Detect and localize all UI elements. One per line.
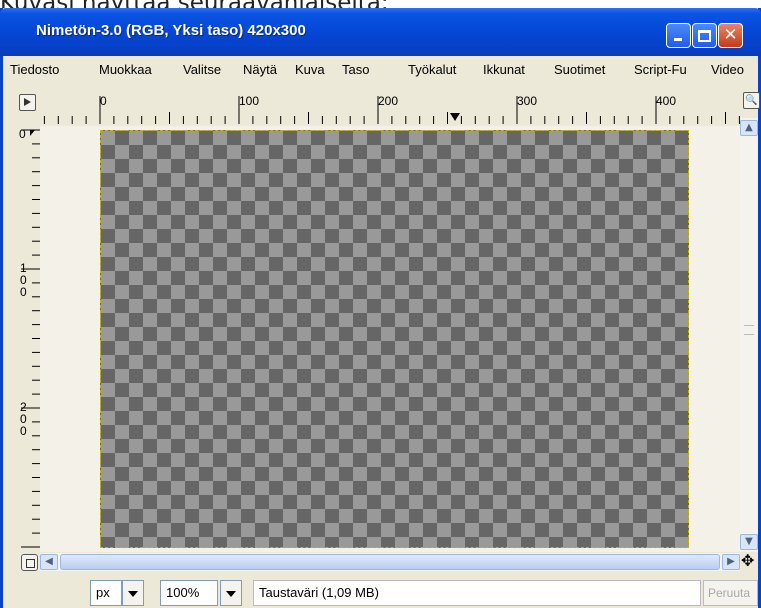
- vertical-scrollbar[interactable]: ▲ ▼: [740, 118, 758, 552]
- gimp-image-window: Nimetön-3.0 (RGB, Yksi taso) 420x300 ✕ T…: [0, 8, 761, 608]
- horizontal-scrollbar[interactable]: ◀ ▶: [40, 553, 740, 571]
- menu-item-script-fu[interactable]: Script-Fu: [634, 62, 687, 77]
- cancel-button[interactable]: Peruuta: [703, 580, 758, 606]
- menu-item-muokkaa[interactable]: Muokkaa: [99, 62, 152, 77]
- menu-item-ikkunat[interactable]: Ikkunat: [483, 62, 525, 77]
- maximize-button[interactable]: [692, 23, 717, 48]
- menu-item-nayta[interactable]: Näytä: [243, 62, 277, 77]
- menu-item-suotimet[interactable]: Suotimet: [554, 62, 605, 77]
- ruler-label-400: 400: [656, 94, 676, 108]
- scroll-up-button[interactable]: ▲: [740, 120, 758, 136]
- menu-item-video[interactable]: Video: [711, 62, 744, 77]
- move-cross-icon[interactable]: ✥: [741, 551, 754, 570]
- image-canvas[interactable]: [100, 130, 689, 548]
- unit-dropdown-button[interactable]: [122, 580, 144, 606]
- menu-item-tyokalut[interactable]: Työkalut: [408, 62, 456, 77]
- menu-item-tiedosto[interactable]: Tiedosto: [10, 62, 59, 77]
- scroll-down-button[interactable]: ▼: [740, 534, 758, 550]
- ruler-v-label-100: 100: [20, 261, 27, 299]
- window-title: Nimetön-3.0 (RGB, Yksi taso) 420x300: [36, 22, 306, 39]
- horizontal-ruler: 0 100 200 300 400: [40, 88, 740, 125]
- ruler-v-label-200: 200: [20, 400, 27, 438]
- pointer-marker-icon: [450, 113, 460, 121]
- menu-item-kuva[interactable]: Kuva: [295, 62, 325, 77]
- menu-triangle-button[interactable]: [19, 94, 36, 111]
- menu-bar: Tiedosto Muokkaa Valitse Näytä Kuva Taso…: [3, 56, 758, 81]
- minimize-button[interactable]: [666, 23, 691, 48]
- status-message: Taustaväri (1,09 MB): [253, 580, 701, 606]
- horizontal-scroll-thumb[interactable]: [60, 554, 720, 570]
- scroll-left-button[interactable]: ◀: [40, 554, 58, 570]
- vertical-ruler: 0 100 200: [19, 126, 40, 552]
- close-button[interactable]: ✕: [718, 23, 743, 48]
- navigate-icon[interactable]: [21, 554, 38, 571]
- scroll-right-button[interactable]: ▶: [722, 554, 740, 570]
- ruler-v-label-0: 0: [19, 127, 26, 141]
- minimize-icon: [674, 38, 682, 41]
- ruler-label-300: 300: [517, 94, 537, 108]
- scroll-grip-icon: [744, 325, 754, 335]
- unit-select[interactable]: px: [90, 580, 122, 606]
- canvas-area[interactable]: [40, 126, 740, 552]
- status-bar: px 100% Taustaväri (1,09 MB) Peruuta: [3, 575, 758, 608]
- title-bar[interactable]: Nimetön-3.0 (RGB, Yksi taso) 420x300 ✕: [0, 8, 761, 56]
- ruler-label-100: 100: [239, 94, 259, 108]
- ruler-label-200: 200: [378, 94, 398, 108]
- close-icon: ✕: [723, 25, 738, 45]
- zoom-select[interactable]: 100%: [160, 580, 218, 606]
- pointer-marker-v-icon: [30, 130, 35, 136]
- zoom-icon[interactable]: 🔍: [743, 92, 760, 109]
- menu-item-taso[interactable]: Taso: [342, 62, 369, 77]
- ruler-label-0: 0: [100, 94, 107, 108]
- menu-item-valitse[interactable]: Valitse: [183, 62, 221, 77]
- zoom-dropdown-button[interactable]: [220, 580, 242, 606]
- maximize-icon: [698, 29, 711, 42]
